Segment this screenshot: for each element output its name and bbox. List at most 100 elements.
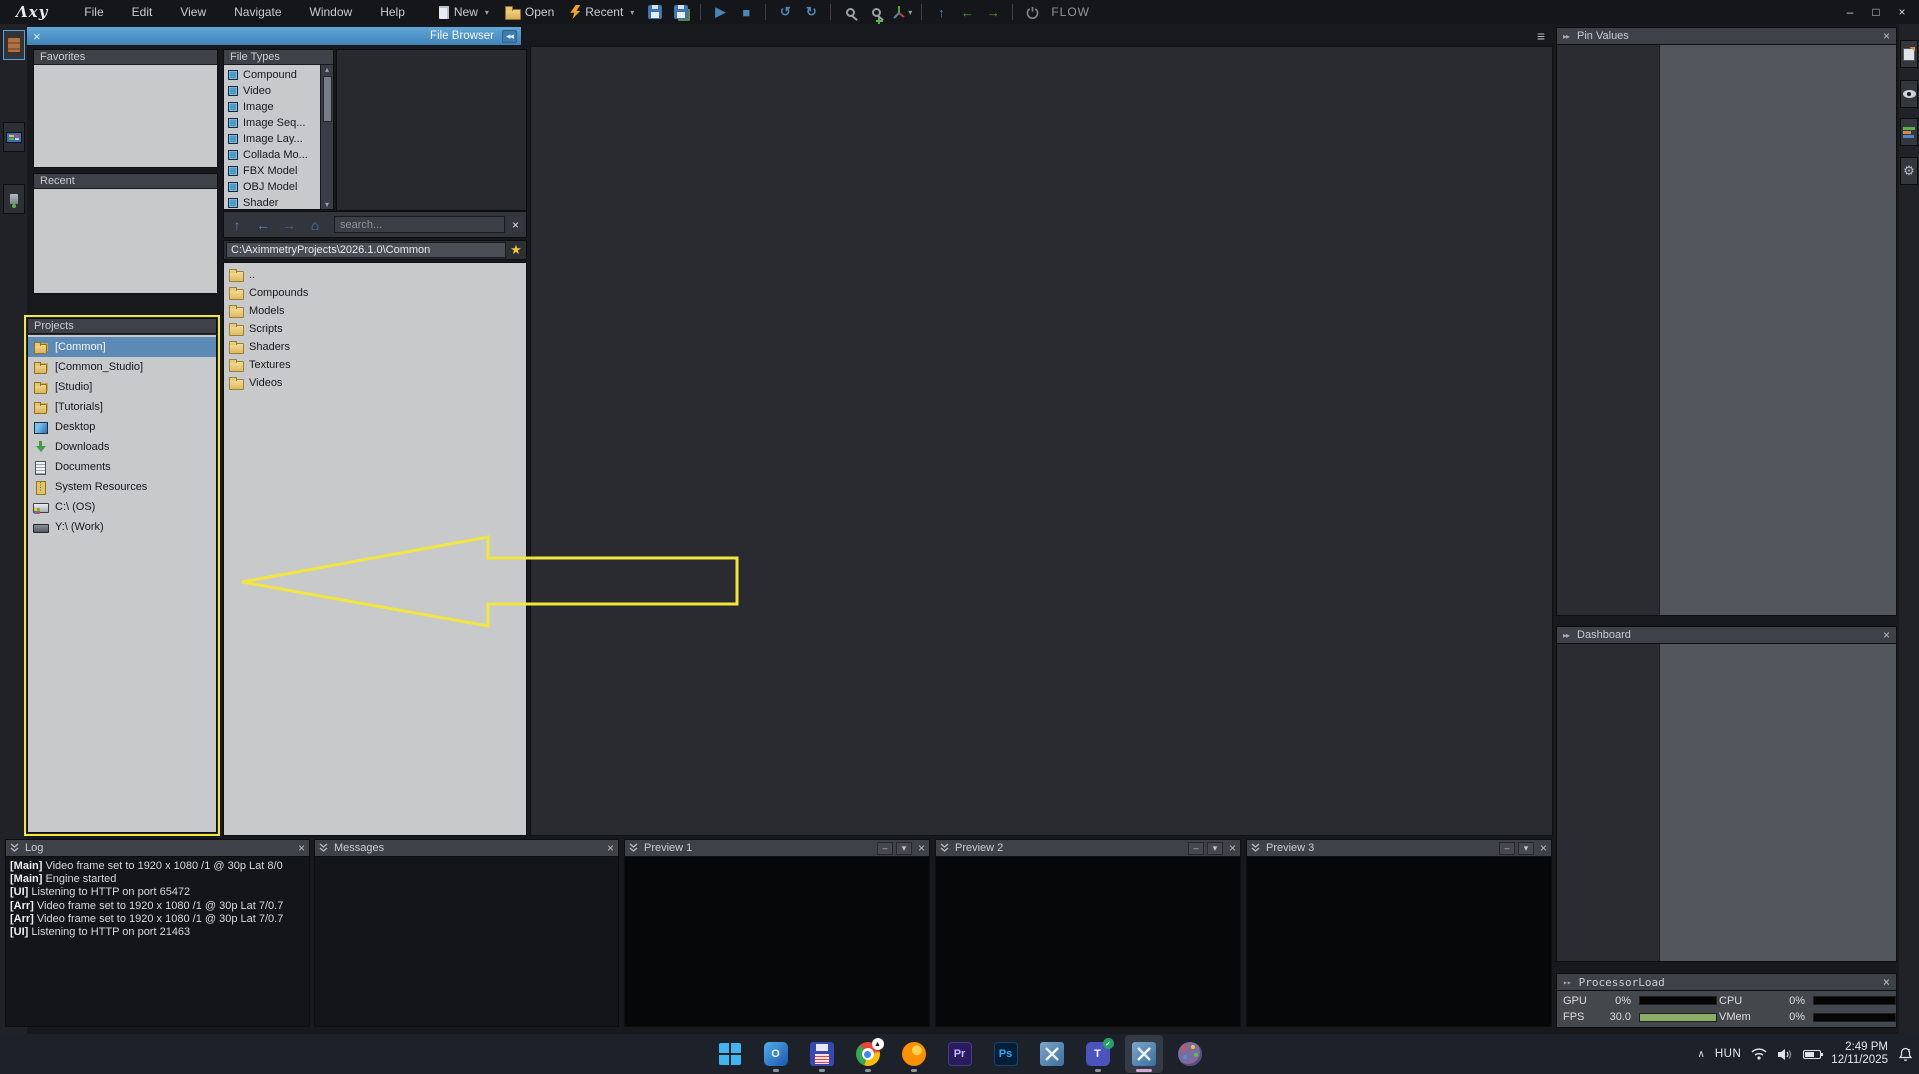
dropdown-button[interactable]: ▾ [1518,842,1534,855]
taskbar-outlook[interactable]: O [757,1035,795,1073]
file-type-item[interactable]: Image [224,99,320,115]
expand-icon[interactable]: ▸▸ [1563,631,1569,640]
minimize-button[interactable]: – [1499,842,1515,855]
project-item[interactable]: Desktop [28,417,216,437]
scroll-thumb[interactable] [323,76,332,122]
save-all-button[interactable] [670,2,692,22]
close-icon[interactable]: × [1883,29,1890,43]
flow-power-button[interactable] [1021,2,1043,22]
checkbox-checked-icon[interactable] [228,102,238,112]
expand-icon[interactable]: ▸▸ [1563,32,1569,41]
up-directory-button[interactable]: ↑ [224,217,250,233]
close-icon[interactable]: × [1883,975,1890,989]
checkbox-checked-icon[interactable] [228,86,238,96]
menu-file[interactable]: File [70,1,117,23]
close-icon[interactable]: × [1229,841,1236,855]
device-tool-button[interactable] [3,184,25,214]
folder-item[interactable]: Compounds [224,284,526,302]
file-type-item[interactable]: Image Seq... [224,115,320,131]
back-button[interactable]: ← [250,217,276,233]
taskbar-firefox[interactable] [895,1035,933,1073]
menu-edit[interactable]: Edit [118,1,167,23]
close-icon[interactable]: × [918,841,925,855]
checkbox-checked-icon[interactable] [228,70,238,80]
menu-navigate[interactable]: Navigate [220,1,295,23]
collapse-panel-button[interactable]: ◂◂ [502,30,517,43]
file-type-item[interactable]: Shader [224,195,320,209]
maximize-button[interactable]: □ [1865,3,1887,21]
file-type-item[interactable]: FBX Model [224,163,320,179]
speaker-icon[interactable] [1777,1048,1793,1061]
language-indicator[interactable]: HUN [1715,1048,1741,1060]
battery-icon[interactable] [1803,1050,1821,1059]
file-browser-tool-button[interactable] [3,30,25,60]
menu-window[interactable]: Window [296,1,367,23]
project-item[interactable]: Downloads [28,437,216,457]
collapse-icon[interactable] [940,843,949,853]
collapse-icon[interactable] [319,843,328,853]
checkbox-checked-icon[interactable] [228,182,238,192]
search-input[interactable]: search... [334,216,505,233]
collapse-icon[interactable] [629,843,638,853]
project-item[interactable]: System Resources [28,477,216,497]
folder-item[interactable]: Shaders [224,338,526,356]
close-icon[interactable]: × [607,841,614,855]
collapse-icon[interactable] [10,843,19,853]
nav-up-button[interactable]: ↑ [930,2,952,22]
project-item[interactable]: [Common] [28,337,216,357]
file-type-item[interactable]: OBJ Model [224,179,320,195]
project-item[interactable]: C:\ (OS) [28,497,216,517]
redo-button[interactable]: ↻ [800,2,822,22]
menu-view[interactable]: View [166,1,220,23]
dropdown-button[interactable]: ▾ [1207,842,1223,855]
close-icon[interactable]: × [33,30,41,43]
checkbox-checked-icon[interactable] [228,118,238,128]
zoom-button[interactable] [839,2,861,22]
stop-button[interactable]: ■ [735,2,757,22]
main-area-menu-button[interactable]: ≡ [1530,28,1552,44]
notification-bell-icon[interactable]: z [1898,1047,1913,1062]
recent-list[interactable] [33,189,218,294]
nav-back-button[interactable]: ← [956,2,978,22]
file-type-item[interactable]: Collada Mo... [224,147,320,163]
checkbox-checked-icon[interactable] [228,134,238,144]
favorite-star-icon[interactable]: ★ [506,242,526,258]
wifi-icon[interactable] [1751,1048,1767,1060]
close-icon[interactable]: × [1540,841,1547,855]
path-input[interactable]: C:\AximmetryProjects\2026.1.0\Common [226,242,506,258]
open-button[interactable]: Open [499,3,560,21]
menu-help[interactable]: Help [366,1,419,23]
folder-item[interactable]: .. [224,266,526,284]
dropdown-button[interactable]: ▾ [896,842,912,855]
close-icon[interactable]: × [1883,628,1890,642]
visibility-tool-button[interactable] [1900,80,1918,108]
taskbar-start[interactable] [711,1035,749,1073]
file-types-scrollbar[interactable]: ▴ ▾ [320,65,333,209]
clock[interactable]: 2:49 PM 12/11/2025 [1831,1041,1888,1067]
gizmo-button[interactable]: ▾ [891,2,913,22]
checkbox-checked-icon[interactable] [228,166,238,176]
minimize-button[interactable]: – [1839,3,1861,21]
taskbar-premiere[interactable]: Pr [941,1035,979,1073]
pin-values-tool-button[interactable] [1900,40,1918,68]
favorites-list[interactable] [33,65,218,168]
close-icon[interactable]: × [298,841,305,855]
project-item[interactable]: Y:\ (Work) [28,517,216,537]
collapse-icon[interactable] [1251,843,1260,853]
taskbar-aximmetry[interactable] [1033,1035,1071,1073]
project-item[interactable]: [Tutorials] [28,397,216,417]
play-button[interactable]: ▶ [709,2,731,22]
forward-button[interactable]: → [276,217,302,233]
taskbar-chrome[interactable]: ▲ [849,1035,887,1073]
folder-item[interactable]: Textures [224,356,526,374]
taskbar-save-app[interactable] [803,1035,841,1073]
taskbar-teams[interactable]: T✓ [1079,1035,1117,1073]
clear-search-button[interactable]: × [507,216,524,233]
scroll-up-icon[interactable]: ▴ [325,65,329,74]
processor-load-tool-button[interactable] [1900,118,1918,146]
file-type-item[interactable]: Compound [224,67,320,83]
file-type-item[interactable]: Image Lay... [224,131,320,147]
scroll-down-icon[interactable]: ▾ [325,200,329,209]
tray-chevron-icon[interactable]: ∧ [1698,1049,1705,1060]
preview-tool-button[interactable] [3,122,25,152]
